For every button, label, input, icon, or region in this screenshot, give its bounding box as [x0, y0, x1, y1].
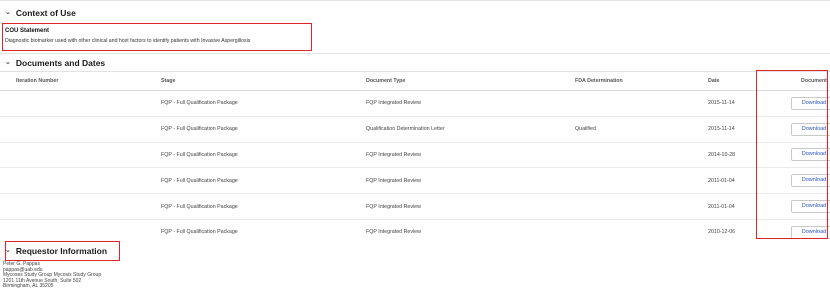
context-of-use-header[interactable]: ⌄ Context of Use — [5, 8, 76, 18]
table-row: FQP - Full Qualification Package FQP Int… — [0, 90, 830, 117]
column-header-iteration: Iteration Number — [0, 72, 161, 91]
document-type-cell: Qualification Determination Letter — [366, 116, 575, 143]
fda-determination-cell — [575, 90, 708, 117]
document-type-cell: FQP Integrated Review — [366, 90, 575, 117]
iteration-cell — [0, 116, 161, 143]
iteration-cell — [0, 167, 161, 195]
fda-determination-cell — [575, 193, 708, 220]
stage-cell: FQP - Full Qualification Package — [161, 229, 238, 236]
stage-cell: FQP - Full Qualification Package — [161, 167, 366, 195]
chevron-down-icon[interactable]: ⌄ — [5, 58, 11, 66]
iteration-cell — [0, 193, 161, 220]
context-of-use-title: Context of Use — [15, 8, 76, 18]
stage-cell: FQP - Full Qualification Package — [161, 142, 366, 169]
table-row: FQP - Full Qualification Package FQP Int… — [0, 219, 830, 244]
column-header-fda-determination: FDA Determination — [575, 72, 708, 91]
fda-determination-cell — [575, 219, 708, 244]
iteration-cell — [0, 142, 161, 169]
top-divider — [0, 0, 830, 1]
cou-statement-text: Diagnostic biomarker used with other cli… — [5, 38, 251, 44]
document-type-cell: FQP Integrated Review — [366, 142, 575, 169]
document-type-cell: FQP Integrated Review — [366, 193, 575, 220]
stage-cell: FQP - Full Qualification Package — [161, 193, 366, 220]
cou-statement-label: COU Statement — [5, 28, 50, 34]
document-type-cell: FQP Integrated Review — [366, 229, 421, 236]
fda-determination-cell — [575, 142, 708, 169]
table-row: FQP - Full Qualification Package FQP Int… — [0, 167, 830, 195]
stage-cell: FQP - Full Qualification Package — [161, 90, 366, 117]
documents-and-dates-header[interactable]: ⌄ Documents and Dates — [5, 58, 105, 68]
chevron-down-icon[interactable]: ⌄ — [5, 8, 11, 16]
requestor-city: Birmingham, AL 35205 — [3, 283, 54, 290]
table-row: FQP - Full Qualification Package FQP Int… — [0, 142, 830, 169]
documents-and-dates-title: Documents and Dates — [15, 58, 106, 68]
documents-table: Iteration Number Stage Document Type FDA… — [0, 72, 830, 245]
document-column-highlight-box — [756, 70, 828, 239]
iteration-cell — [0, 90, 161, 117]
page: ⌄ Context of Use COU Statement Diagnosti… — [0, 0, 830, 303]
requestor-highlight-box — [5, 241, 120, 261]
column-header-stage: Stage — [161, 72, 366, 91]
fda-determination-cell: Qualified — [575, 116, 708, 143]
fda-determination-cell — [575, 167, 708, 195]
table-header-row: Iteration Number Stage Document Type FDA… — [0, 72, 830, 91]
table-row: FQP - Full Qualification Package Qualifi… — [0, 116, 830, 143]
table-row: FQP - Full Qualification Package FQP Int… — [0, 193, 830, 220]
document-type-cell: FQP Integrated Review — [366, 167, 575, 195]
requestor-details: Peter G. Pappas pappas@uab.edu Mycoses S… — [3, 261, 101, 290]
column-header-document-type: Document Type — [366, 72, 575, 91]
section-divider — [0, 53, 830, 54]
stage-cell: FQP - Full Qualification Package — [161, 116, 366, 143]
